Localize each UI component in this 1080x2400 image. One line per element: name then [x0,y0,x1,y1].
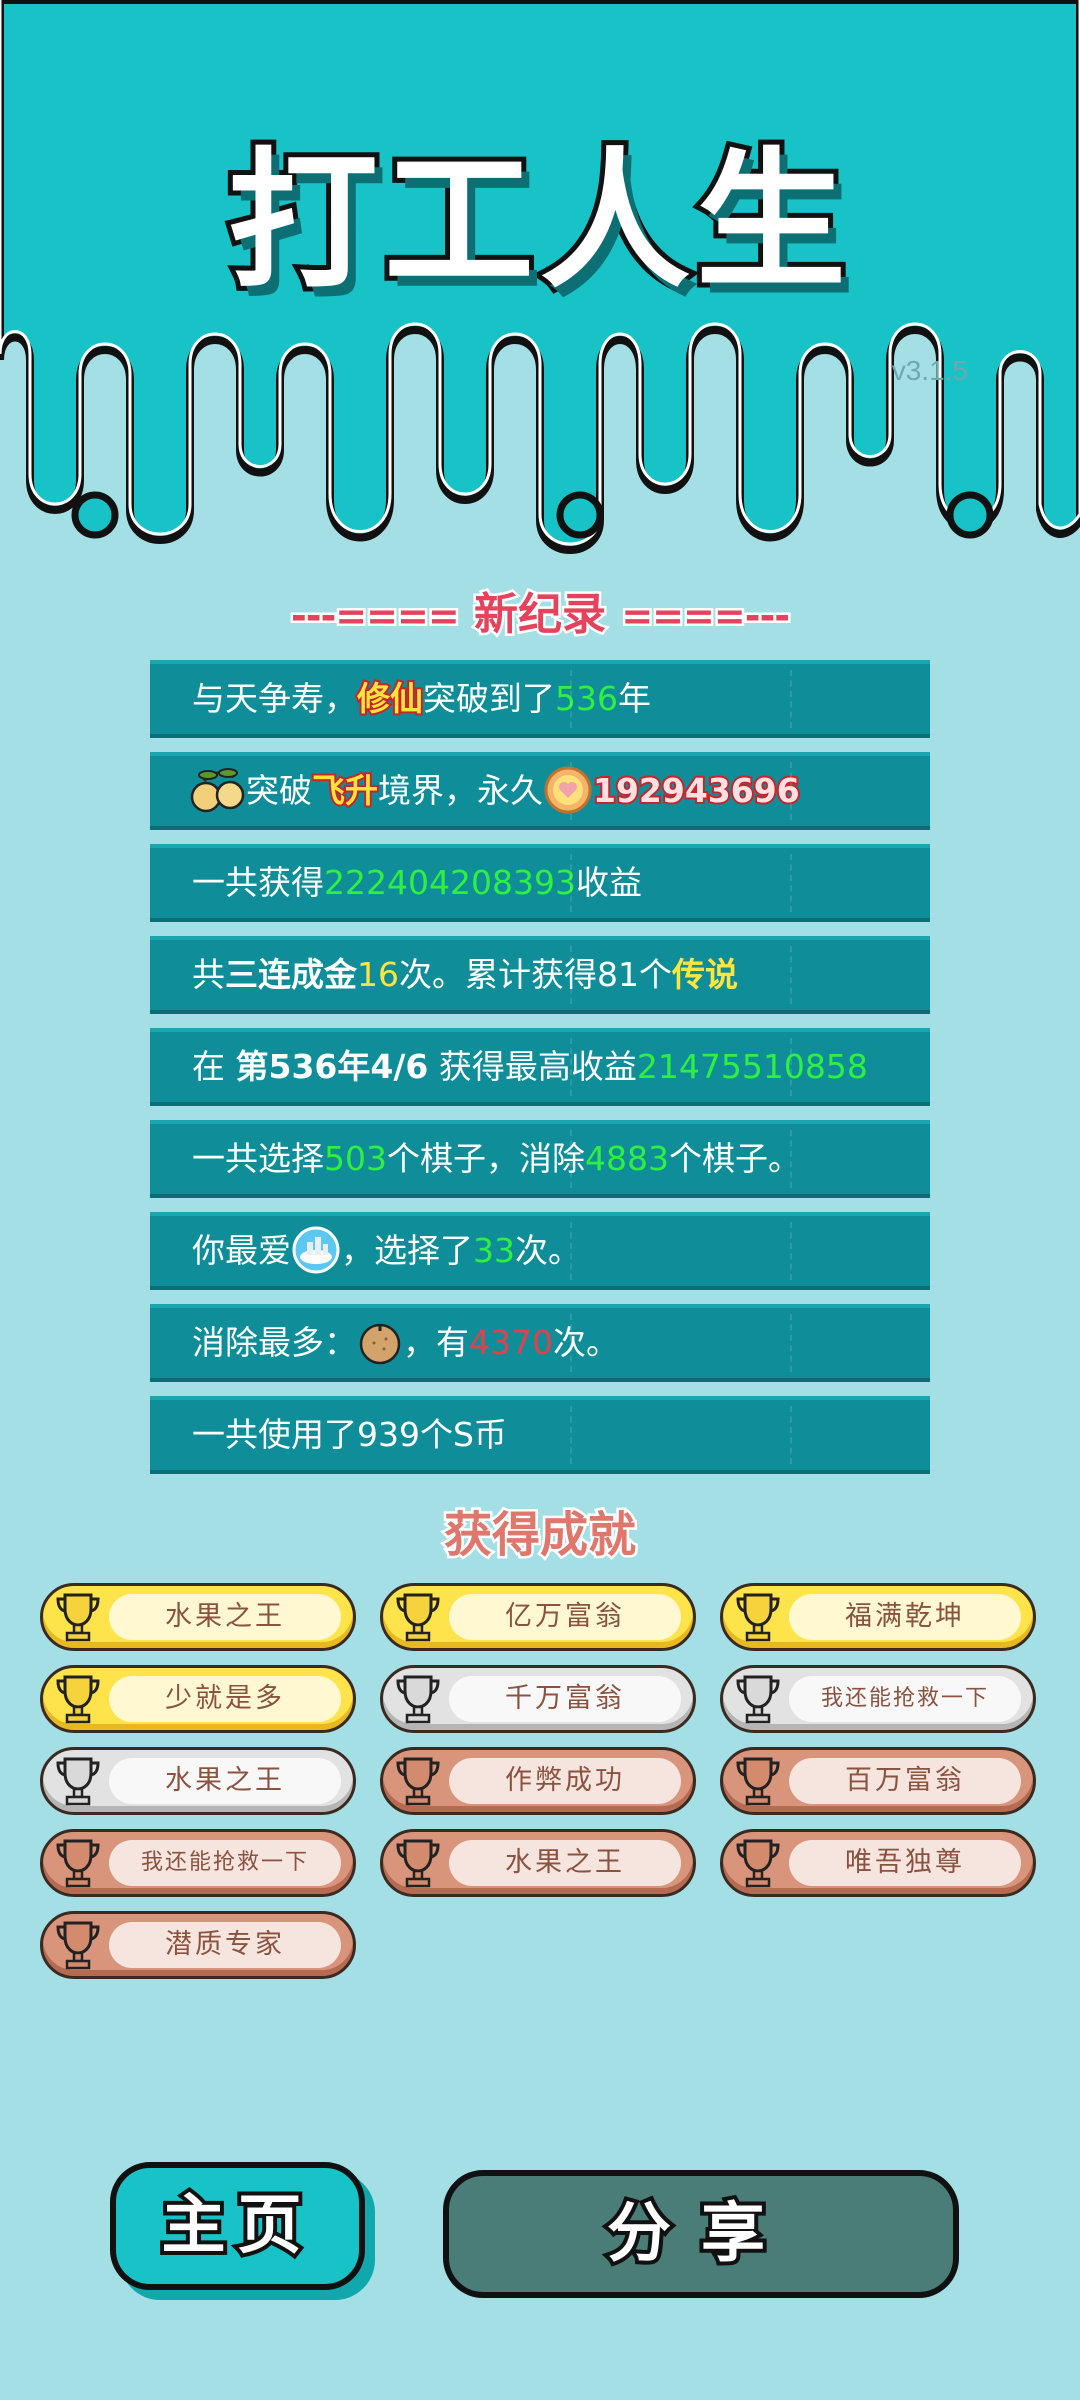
achievement-badge[interactable]: 水果之王 [380,1829,696,1897]
achievement-badge[interactable]: 百万富翁 [720,1747,1036,1815]
trophy-icon [56,1839,100,1888]
nut-icon [359,1323,401,1364]
record-row-triple-gold: 共三连成金16次。累计获得81个传说 [150,936,930,1014]
trophy-icon [396,1675,440,1724]
heart-coin-icon [544,766,592,813]
achievement-badge[interactable]: 唯吾独尊 [720,1829,1036,1897]
record-list: 与天争寿，修仙突破到了536年 突破飞升境界，永久 192943696 一共获得… [150,660,930,1488]
sky-city-icon [292,1226,340,1273]
achievement-badge[interactable]: 作弊成功 [380,1747,696,1815]
record-row-favorite: 你最爱 ，选择了33次。 [150,1212,930,1290]
new-record-heading: ---==== 新纪录 ====--- [0,578,1080,643]
home-button[interactable]: 主页 [110,2162,365,2290]
trophy-icon [396,1593,440,1642]
record-row-ascension: 突破飞升境界，永久 192943696 [150,752,930,830]
new-record-title: 新纪录 [472,587,609,643]
achievement-badge[interactable]: 亿万富翁 [380,1583,696,1651]
heading-deco-left: ---==== [288,592,462,641]
achievement-badge[interactable]: 水果之王 [40,1747,356,1815]
trophy-icon [736,1675,780,1724]
trophy-icon [56,1593,100,1642]
achievement-badge[interactable]: 潜质专家 [40,1911,356,1979]
trophy-icon [396,1757,440,1806]
trophy-icon [736,1757,780,1806]
trophy-icon [396,1839,440,1888]
heading-deco-right: ====--- [619,592,793,641]
trophy-icon [56,1921,100,1970]
trophy-icon [736,1839,780,1888]
achievement-badge[interactable]: 我还能抢救一下 [720,1665,1036,1733]
trophy-icon [56,1675,100,1724]
record-row-total-income: 一共获得222404208393收益 [150,844,930,922]
share-button[interactable]: 分享 [443,2170,959,2298]
record-row-longevity: 与天争寿，修仙突破到了536年 [150,660,930,738]
achievement-badge[interactable]: 千万富翁 [380,1665,696,1733]
record-row-pieces: 一共选择503个棋子，消除4883个棋子。 [150,1120,930,1198]
achievement-badge[interactable]: 少就是多 [40,1665,356,1733]
achievement-badge[interactable]: 福满乾坤 [720,1583,1036,1651]
game-title: 打工人生 [223,130,852,314]
peach-pair-icon [190,767,245,812]
record-row-coins-used: 一共使用了939个S币 [150,1396,930,1474]
trophy-icon [56,1757,100,1806]
record-row-best-income: 在 第536年4/6 获得最高收益21475510858 [150,1028,930,1106]
hero-banner: 打工人生 v3.1.5 [0,0,1080,560]
achievement-badge[interactable]: 水果之王 [40,1583,356,1651]
achievements-heading: 获得成就 [441,1505,638,1566]
achievement-badge[interactable]: 我还能抢救一下 [40,1829,356,1897]
version-label: v3.1.5 [891,355,968,386]
trophy-icon [736,1593,780,1642]
record-row-most-removed: 消除最多： ，有4370次。 [150,1304,930,1382]
